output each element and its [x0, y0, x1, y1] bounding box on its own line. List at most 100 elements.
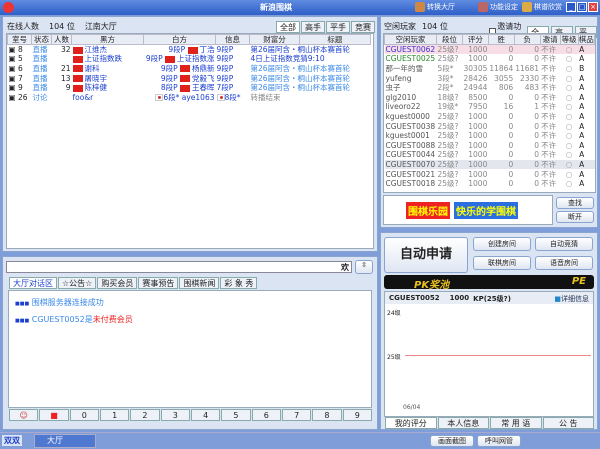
- level-icon: ○: [565, 73, 573, 83]
- china-flag-icon: [180, 84, 190, 92]
- quick-key-8[interactable]: 8: [312, 409, 342, 421]
- tab-news[interactable]: 围棋新闻: [179, 277, 220, 289]
- tab-phrases[interactable]: 常 用 语: [490, 417, 542, 429]
- player-score: 1000: [468, 45, 488, 55]
- col-wealth[interactable]: 财富分: [249, 34, 300, 45]
- player-row[interactable]: kguest0000 25级? 1000 0 0 不许 ○ A: [385, 112, 595, 122]
- player-losses: 0: [534, 159, 540, 169]
- col-title[interactable]: 标题: [299, 34, 371, 45]
- close-button[interactable]: ×: [588, 2, 598, 12]
- col-level[interactable]: 等级: [559, 34, 579, 45]
- col-score[interactable]: 评分: [462, 34, 489, 45]
- room-row[interactable]: ▣ 9 直播 9 陈梓健 8段P 王春晖 7段P 第26届阿含・桐山杯本赛首轮: [8, 83, 374, 93]
- tab-all[interactable]: 全部: [276, 21, 300, 33]
- go-park-banner[interactable]: 围棋乐园 快乐的学围棋: [383, 195, 553, 225]
- quick-key-0[interactable]: 0: [69, 409, 99, 421]
- player-row[interactable]: CGUEST0021 25级? 1000 0 0 不许 ○ A: [385, 169, 595, 179]
- pk-pool-bar[interactable]: PK奖池 PE: [384, 275, 594, 291]
- player-row[interactable]: CGUEST0025 25级? 1000 0 0 不许 ○ A: [385, 54, 595, 64]
- col-room[interactable]: 室号: [7, 34, 32, 45]
- minimize-button[interactable]: _: [566, 2, 576, 12]
- player-wins: 11864: [489, 63, 514, 73]
- player-row[interactable]: 那一年的雪 5段* 30305 11864 11681 不许 ○ B: [385, 64, 595, 74]
- quick-key-5[interactable]: 5: [221, 409, 251, 421]
- col-rank[interactable]: 段位: [436, 34, 463, 45]
- quick-key-2[interactable]: 2: [130, 409, 160, 421]
- player-row[interactable]: 虫子 2段* 24944 806 483 不许 ○ A: [385, 83, 595, 93]
- tab-even[interactable]: 平手: [326, 21, 350, 33]
- tab-masters[interactable]: 高手: [301, 21, 325, 33]
- switch-hall-button[interactable]: 转换大厅: [415, 2, 455, 12]
- tab-my-rating[interactable]: 我的评分: [385, 417, 437, 429]
- tab-announcement[interactable]: ☆公告☆: [58, 277, 97, 289]
- room-row[interactable]: ▣ 7 直播 13 屠晓宇 9段P 党毅飞 9段P 第26届阿含・桐山杯本赛首轮: [8, 73, 374, 83]
- gift-button[interactable]: ■: [39, 409, 69, 421]
- room-row[interactable]: ▣ 26 讨论 foo&r 6段* aye1063 8段* 转播结束: [8, 92, 374, 102]
- player-row[interactable]: yufeng 3段* 28426 3055 2330 不许 ○ A: [385, 73, 595, 83]
- chat-input[interactable]: 欢: [6, 261, 352, 273]
- tab-notice[interactable]: 公 告: [542, 417, 594, 429]
- player-conduct: B: [579, 63, 585, 73]
- player-row[interactable]: CGUEST0070 25级? 1000 0 0 不许 ○ A: [384, 159, 595, 170]
- tab-my-info[interactable]: 本人信息: [437, 417, 489, 429]
- link-room-button[interactable]: 联棋房间: [473, 256, 531, 270]
- room-row[interactable]: ▣ 8 直播 32 江维杰 9段P 丁浩 9段P 第26届阿含・桐山杯本赛首轮: [8, 45, 374, 55]
- details-link[interactable]: ■详细信息: [554, 294, 589, 303]
- screenshot-button[interactable]: 画面截图: [430, 435, 474, 447]
- quick-key-3[interactable]: 3: [160, 409, 190, 421]
- level-icon: ○: [565, 179, 573, 189]
- player-name: CGUEST0044: [385, 150, 436, 160]
- tab-contest[interactable]: 竞赛: [351, 21, 375, 33]
- col-info[interactable]: 信息: [215, 34, 250, 45]
- tab-hall-chat[interactable]: 大厅对话区: [9, 277, 57, 289]
- player-row[interactable]: CGUEST0018 25级? 1000 0 0 不许 ○ A: [385, 179, 595, 189]
- player-row[interactable]: glg2010 18级? 8500 0 0 不许 ○ A: [385, 92, 595, 102]
- quick-key-7[interactable]: 7: [281, 409, 312, 421]
- col-win[interactable]: 胜: [487, 34, 515, 45]
- quick-key-6[interactable]: 6: [251, 409, 281, 421]
- settings-button[interactable]: 功能设定: [478, 2, 518, 12]
- player-row[interactable]: CGUEST0088 25级? 1000 0 0 不许 ○ A: [385, 140, 595, 150]
- auto-match-button[interactable]: 自动竞猜: [535, 237, 593, 251]
- quick-key-4[interactable]: 4: [190, 409, 221, 421]
- player-row[interactable]: CGUEST0062 25级? 1000 0 0 不许 ○ A: [384, 44, 595, 55]
- player-invite: 不许: [541, 92, 557, 102]
- search-button[interactable]: 查找: [556, 197, 594, 209]
- maximize-button[interactable]: □: [577, 2, 587, 12]
- korea-flag-icon: [216, 94, 225, 102]
- emoji-button[interactable]: ☺: [9, 409, 39, 421]
- label: 断开: [568, 213, 582, 221]
- tab-avatar-show[interactable]: 彩 象 秀: [220, 277, 258, 289]
- col-count[interactable]: 人数: [51, 34, 72, 45]
- taskbar-item-user[interactable]: 双双: [2, 435, 22, 446]
- disconnect-button[interactable]: 断开: [556, 211, 594, 223]
- call-admin-button[interactable]: 呼叫网管: [477, 435, 521, 447]
- scroll-toggle-button[interactable]: ⇳: [355, 260, 373, 274]
- quick-key-1[interactable]: 1: [99, 409, 130, 421]
- col-white[interactable]: 白方: [143, 34, 216, 45]
- room-count: [52, 92, 72, 102]
- taskbar-item-hall[interactable]: 大厅: [34, 434, 96, 448]
- player-conduct: A: [579, 83, 585, 93]
- room-row[interactable]: ▣ 6 直播 21 谢科 9段P 杨鼎新 9段P 第26届阿含・桐山杯本赛首轮: [8, 64, 374, 74]
- game-records-button[interactable]: 棋谱欣赏: [522, 2, 562, 12]
- player-conduct: A: [579, 121, 585, 131]
- voice-room-button[interactable]: 语音房间: [535, 256, 593, 270]
- col-conduct[interactable]: 棋品: [577, 34, 595, 45]
- create-room-button[interactable]: 创建房间: [473, 237, 531, 251]
- col-invite[interactable]: 邀请: [539, 34, 561, 45]
- player-row[interactable]: liveoro22 19级* 7950 16 1 不许 ○ A: [385, 102, 595, 112]
- tab-events[interactable]: 赛事预告: [138, 277, 179, 289]
- col-loss[interactable]: 负: [513, 34, 541, 45]
- player-row[interactable]: CGUEST0038 25级? 1000 0 0 不许 ○ A: [385, 121, 595, 131]
- col-player[interactable]: 空闲玩家: [384, 34, 437, 45]
- quick-key-9[interactable]: 9: [342, 409, 372, 421]
- player-row[interactable]: kguest0001 25级? 1000 0 0 不许 ○ A: [385, 131, 595, 141]
- auto-apply-button[interactable]: 自动申请: [384, 237, 468, 273]
- col-status[interactable]: 状态: [31, 34, 52, 45]
- col-black[interactable]: 黑方: [71, 34, 144, 45]
- room-row[interactable]: ▣ 5 直播 上证指数跌 9段P 上证指数涨 9段P 4日上证指数竞猜9:10: [8, 54, 374, 64]
- player-row[interactable]: CGUEST0044 25级? 1000 0 0 不许 ○ A: [385, 150, 595, 160]
- player-conduct: A: [579, 45, 585, 55]
- tab-buy-membership[interactable]: 购买会员: [97, 277, 138, 289]
